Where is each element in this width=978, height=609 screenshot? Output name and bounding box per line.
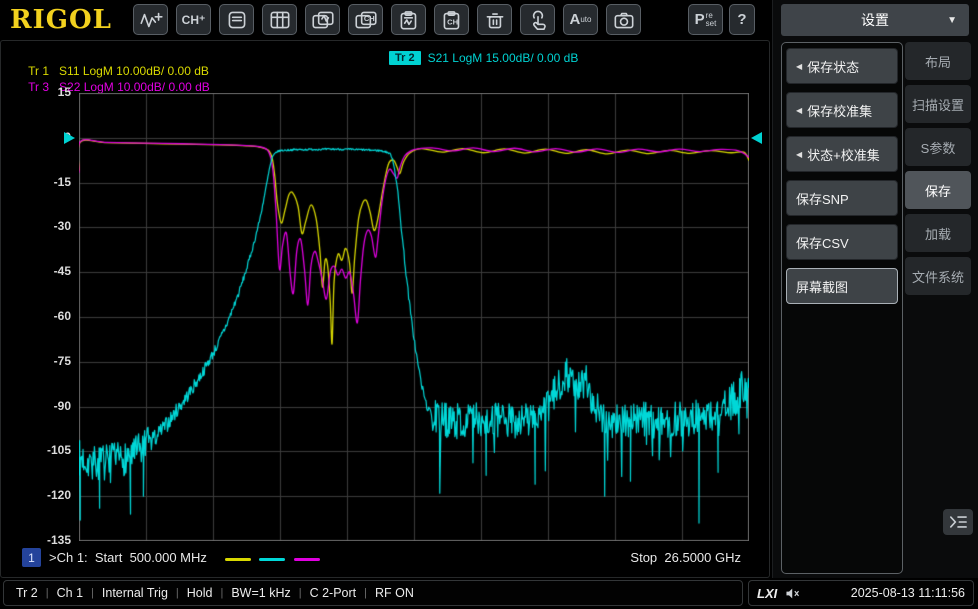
submenu-item-4[interactable]: 保存CSV <box>786 224 898 260</box>
copy-trace-button[interactable] <box>391 4 426 35</box>
status-item-0: Tr 2 <box>16 586 38 600</box>
status-left-group: Tr 2 | Ch 1 | Internal Trig | Hold | BW=1 kHz | C … <box>3 580 743 606</box>
status-item-6: RF ON <box>375 586 414 600</box>
y-axis-tick--60: -60 <box>53 309 71 323</box>
datetime-display: 2025-08-13 11:11:56 <box>850 586 965 600</box>
submenu-arrow-icon: ◀ <box>796 61 803 71</box>
window-trace-icon <box>310 9 336 31</box>
status-item-2: Internal Trig <box>101 586 168 600</box>
channel-add-button[interactable]: CH⁺ <box>176 4 211 35</box>
copy-trace-icon <box>396 9 422 31</box>
measurement-table-button[interactable] <box>262 4 297 35</box>
window-channel-icon: CH <box>353 9 379 31</box>
tab-0[interactable]: 布局 <box>905 42 971 80</box>
trace-new-icon <box>138 9 164 31</box>
status-item-5: C 2-Port <box>309 586 357 600</box>
trace-swatch-2 <box>294 558 320 561</box>
copy-channel-button[interactable]: CH <box>434 4 469 35</box>
channel-badge[interactable]: 1 <box>22 548 41 567</box>
status-item-3: Hold <box>186 586 213 600</box>
y-axis-tick--15: -15 <box>53 174 71 189</box>
plot-area[interactable] <box>79 93 749 541</box>
copy-channel-icon: CH <box>439 9 465 31</box>
help-icon: ? <box>737 11 747 28</box>
sparam-plot-canvas[interactable] <box>79 93 749 541</box>
top-toolbar: RIGOL CH⁺ CH CH Auto P re set ? <box>0 0 772 40</box>
stop-frequency-label: Stop 26.5000 GHz <box>630 550 741 565</box>
preset-button[interactable]: P re set <box>688 4 723 35</box>
y-axis-tick--120: -120 <box>46 488 71 503</box>
preset-icon: P <box>694 11 705 28</box>
submenu-item-2[interactable]: ◀ 状态+校准集 <box>786 136 898 172</box>
submenu-item-1[interactable]: ◀ 保存校准集 <box>786 92 898 128</box>
screenshot-camera-button[interactable] <box>606 4 641 35</box>
tab-3[interactable]: 保存 <box>905 171 971 209</box>
rigol-logo: RIGOL <box>10 5 112 35</box>
status-right-group: LXI 2025-08-13 11:11:56 <box>748 580 974 606</box>
y-axis-tick--90: -90 <box>53 398 71 413</box>
y-axis-tick--45: -45 <box>53 264 71 279</box>
touch-button[interactable] <box>520 4 555 35</box>
display-layout-icon <box>224 9 250 31</box>
channel-add-icon: CH⁺ <box>181 12 206 27</box>
menu-header-dropdown[interactable]: 设置 ▼ <box>781 4 969 36</box>
submenu-item-5[interactable]: 屏幕截图 <box>786 268 898 304</box>
window-channel-button[interactable]: CH <box>348 4 383 35</box>
collapse-menu-icon <box>949 516 967 528</box>
measurement-table-icon <box>267 9 293 31</box>
autoscale-icon: Auto <box>569 11 592 28</box>
active-trace-badge: Tr 2 <box>389 51 421 65</box>
menu-title: 设置 <box>861 12 889 28</box>
tab-5[interactable]: 文件系统 <box>905 257 971 295</box>
speaker-mute-icon[interactable] <box>785 587 800 600</box>
tab-4[interactable]: 加载 <box>905 214 971 252</box>
trace-swatch-1 <box>259 558 285 561</box>
display-layout-button[interactable] <box>219 4 254 35</box>
submenu-column: ◀ 保存状态 ◀ 保存校准集 ◀ 状态+校准集 保存SNP 保存CSV 屏幕截图 <box>781 42 903 574</box>
touch-icon <box>525 9 551 31</box>
collapse-menu-button[interactable] <box>943 509 973 535</box>
submenu-arrow-icon: ◀ <box>796 149 803 159</box>
submenu-arrow-icon: ◀ <box>796 105 803 115</box>
ref-level-marker-left[interactable] <box>64 131 75 144</box>
svg-text:CH: CH <box>447 17 458 26</box>
y-axis-tick--75: -75 <box>53 353 71 368</box>
sparam-chart-window: Tr 1 S11 LogM 10.00dB/ 0.00 dB Tr 3 S22 … <box>0 40 770 578</box>
delete-trash-icon <box>482 9 508 31</box>
autoscale-button[interactable]: Auto <box>563 4 598 35</box>
tab-2[interactable]: S参数 <box>905 128 971 166</box>
status-bar: Tr 2 | Ch 1 | Internal Trig | Hold | BW=1 kHz | C … <box>0 578 978 609</box>
y-axis-tick--105: -105 <box>46 443 71 458</box>
y-axis-tick--30: -30 <box>53 219 71 234</box>
ref-level-marker-right[interactable] <box>751 131 762 144</box>
screenshot-camera-icon <box>611 9 637 31</box>
channel-footer: 1 >Ch 1: Start 500.000 MHz Stop 26.5000 … <box>1 546 771 572</box>
window-trace-button[interactable] <box>305 4 340 35</box>
trace-swatch-0 <box>225 558 251 561</box>
submenu-item-0[interactable]: ◀ 保存状态 <box>786 48 898 84</box>
lxi-logo: LXI <box>757 585 778 601</box>
tab-1[interactable]: 扫描设置 <box>905 85 971 123</box>
chevron-down-icon: ▼ <box>947 14 957 26</box>
trace2-label-active[interactable]: Tr 2 S21 LogM 15.00dB/ 0.00 dB <box>389 51 578 65</box>
status-item-4: BW=1 kHz <box>231 586 291 600</box>
y-axis-tick--135: -135 <box>46 533 71 547</box>
trace-new-button[interactable] <box>133 4 168 35</box>
start-frequency-label: >Ch 1: Start 500.000 MHz <box>49 550 207 565</box>
y-axis-tick-15: 15 <box>57 85 71 99</box>
settings-panel: 设置 ▼ ◀ 保存状态 ◀ 保存校准集 ◀ 状态+校准集 保存SNP 保存CSV 屏幕截图 布局… <box>772 0 978 578</box>
status-item-1: Ch 1 <box>56 586 84 600</box>
submenu-item-3[interactable]: 保存SNP <box>786 180 898 216</box>
help-button[interactable]: ? <box>729 4 755 35</box>
svg-text:CH: CH <box>363 14 374 23</box>
delete-trash-button[interactable] <box>477 4 512 35</box>
tabs-column: 布局扫描设置 S参数保存加载文件系统 <box>905 42 971 300</box>
